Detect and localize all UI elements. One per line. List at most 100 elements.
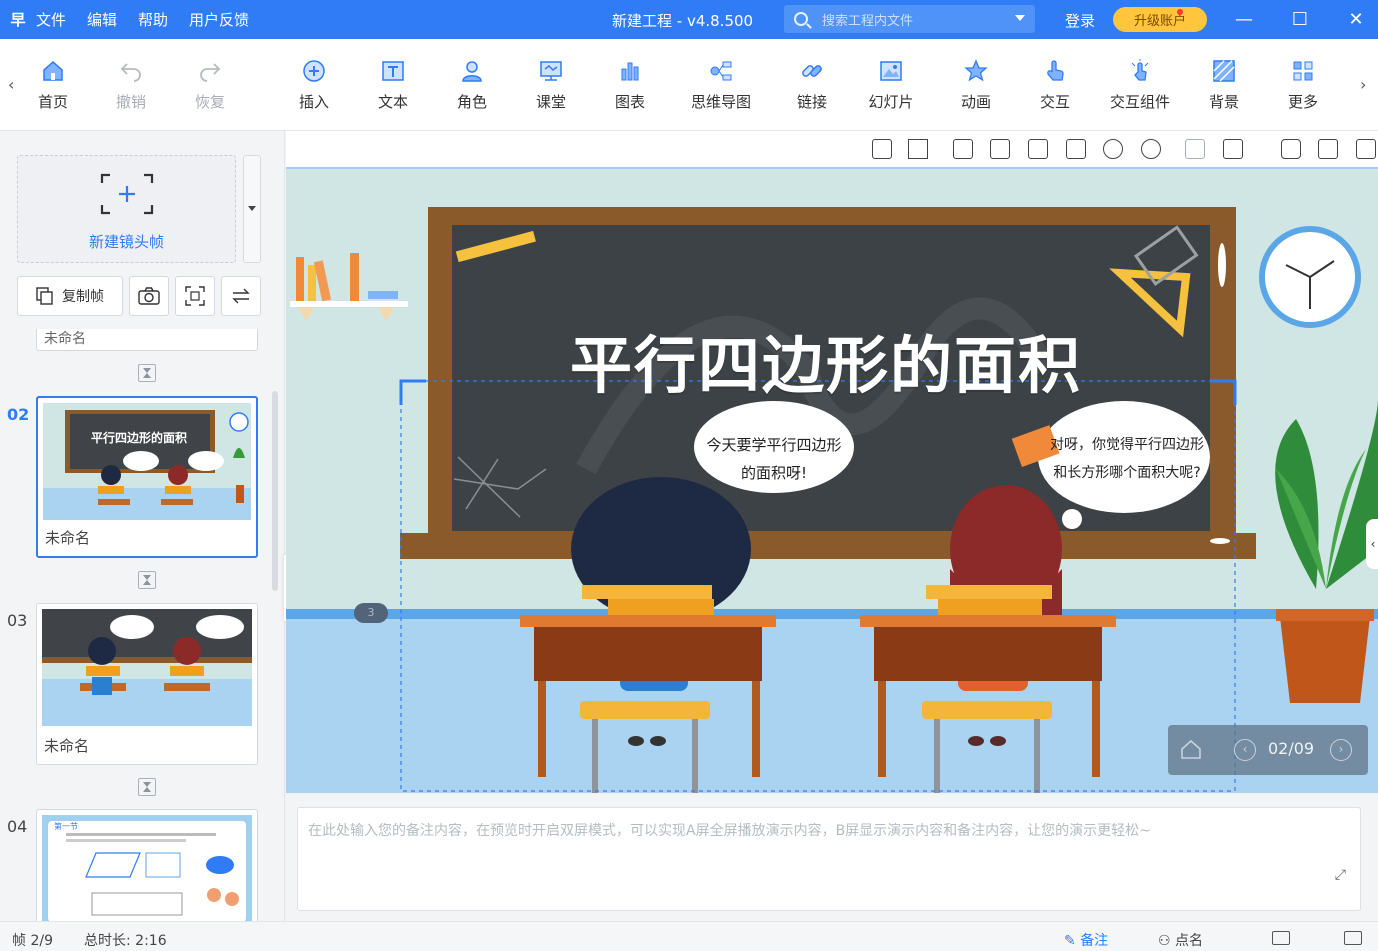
tool-slide[interactable]: 幻灯片	[856, 59, 926, 112]
screen-icon[interactable]	[1272, 931, 1290, 945]
app-logo: 早	[10, 11, 26, 29]
tool-label: 思维导图	[690, 93, 751, 111]
tool-animation[interactable]: 动画	[941, 59, 1011, 112]
home-view-icon[interactable]	[908, 139, 928, 159]
screenshot-icon[interactable]	[1281, 139, 1301, 159]
switch-icon	[232, 288, 250, 304]
search-input[interactable]: 搜索工程内文件	[784, 5, 1035, 33]
menu-help[interactable]: 帮助	[138, 9, 168, 30]
frame-thumb-01[interactable]: 未命名	[36, 329, 258, 351]
tool-interact-widget[interactable]: 交互组件	[1100, 59, 1180, 112]
transition-icon[interactable]	[138, 364, 156, 382]
settings-panel-icon[interactable]	[1318, 139, 1338, 159]
tool-redo[interactable]: 恢复	[175, 59, 245, 112]
add-frame-icon	[100, 173, 154, 215]
maximize-button[interactable]: ☐	[1272, 0, 1328, 39]
notes-input[interactable]: 在此处输入您的备注内容，在预览时开启双屏模式，可以实现A屏全屏播放演示内容，B屏…	[297, 807, 1361, 911]
tool-interaction[interactable]: 交互	[1020, 59, 1090, 112]
new-frame-label: 新建镜头帧	[88, 233, 164, 251]
ribbon-scroll-left[interactable]: ‹	[8, 75, 14, 94]
tool-mindmap[interactable]: 思维导图	[682, 59, 760, 112]
more-grid-icon	[1293, 61, 1313, 81]
tool-label: 插入	[298, 93, 329, 111]
login-button[interactable]: 登录	[1065, 10, 1095, 31]
new-frame-dropdown[interactable]	[243, 155, 261, 263]
star-icon	[964, 59, 988, 82]
copy-element-icon[interactable]	[1028, 139, 1048, 159]
frame-marker-badge[interactable]: 3	[354, 603, 388, 623]
tool-label: 更多	[1287, 93, 1318, 111]
status-bar: 帧 2/9 总时长: 2:16 ✎ 备注 ⚇ 点名	[0, 921, 1378, 951]
slide-title[interactable]: 平行四边形的面积	[536, 315, 1116, 405]
frame-thumb-03[interactable]: 未命名	[36, 603, 258, 765]
right-panel-toggle[interactable]: ‹	[1366, 519, 1378, 569]
frame-thumb-02[interactable]: 平行四边形的面积 未命名	[36, 396, 258, 558]
close-button[interactable]: ✕	[1328, 0, 1378, 39]
ribbon-scroll-right[interactable]: ›	[1360, 75, 1366, 94]
speech-bubble-boy[interactable]: 今天要学平行四边形 的面积呀!	[694, 431, 854, 487]
menu-file[interactable]: 文件	[36, 9, 66, 30]
tool-label: 文本	[377, 93, 408, 111]
upgrade-button[interactable]: 升级账户	[1113, 7, 1207, 32]
edit-icon[interactable]	[1356, 139, 1376, 159]
lock-icon[interactable]	[1223, 139, 1243, 159]
tool-text[interactable]: 文本	[358, 59, 428, 112]
page-indicator: 02/09	[1268, 739, 1315, 758]
frame-thumb-04[interactable]: 第一节	[36, 809, 258, 922]
tool-chart[interactable]: 图表	[595, 59, 665, 112]
paste-icon[interactable]	[1066, 139, 1086, 159]
menu-edit[interactable]: 编辑	[87, 9, 117, 30]
tool-insert[interactable]: 插入	[279, 59, 349, 112]
tool-undo[interactable]: 撤销	[96, 59, 166, 112]
interact-widget-icon	[1131, 59, 1149, 81]
tool-label: 课堂	[535, 93, 566, 111]
rotate-left-icon[interactable]	[953, 139, 973, 159]
zoom-out-icon[interactable]	[1141, 139, 1161, 159]
transition-icon[interactable]	[138, 778, 156, 796]
align-icon[interactable]	[1185, 139, 1205, 159]
thumb-section-label: 第一节	[54, 822, 78, 831]
background-icon	[1213, 60, 1235, 82]
classroom-icon	[540, 61, 562, 81]
rotate-right-icon[interactable]	[990, 139, 1010, 159]
redo-icon	[200, 63, 221, 82]
prev-frame-button[interactable]: ‹	[1234, 739, 1256, 761]
tool-background[interactable]: 背景	[1189, 59, 1259, 112]
new-frame-button[interactable]: 新建镜头帧	[17, 155, 236, 263]
copy-icon	[36, 287, 53, 305]
switch-button[interactable]	[221, 276, 261, 316]
frame-number: 04	[7, 817, 28, 836]
thumb-classroom-closeup-image	[42, 609, 252, 726]
frame-panel: 新建镜头帧 复制帧 未命名 02 平行四边形的面积 未命名 03 未命名 04 …	[0, 131, 285, 922]
plus-circle-icon	[303, 60, 325, 82]
tool-label: 角色	[456, 93, 487, 111]
tool-home[interactable]: 首页	[18, 59, 88, 112]
title-bar: 早 文件 编辑 帮助 用户反馈 新建工程 - v4.8.500 搜索工程内文件 …	[0, 0, 1378, 39]
home-icon[interactable]	[1180, 739, 1202, 759]
chevron-down-icon[interactable]	[1015, 15, 1025, 21]
menu-feedback[interactable]: 用户反馈	[189, 9, 249, 30]
expand-icon[interactable]: ⤢	[1335, 862, 1346, 889]
tool-character[interactable]: 角色	[437, 59, 507, 112]
tool-more[interactable]: 更多	[1268, 59, 1338, 112]
fit-frame-button[interactable]	[175, 276, 215, 316]
copy-frame-button[interactable]: 复制帧	[17, 276, 123, 316]
character-icon	[462, 61, 482, 82]
transition-icon[interactable]	[138, 571, 156, 589]
tool-classroom[interactable]: 课堂	[516, 59, 586, 112]
frame-panel-scrollbar[interactable]	[272, 391, 278, 591]
tool-link[interactable]: 链接	[777, 59, 847, 112]
speech-line: 对呀，你觉得平行四边形	[1050, 437, 1204, 453]
zoom-in-icon[interactable]	[1103, 139, 1123, 159]
unlock-icon[interactable]	[1344, 931, 1362, 945]
snapshot-button[interactable]	[129, 276, 169, 316]
ruler-icon[interactable]	[872, 139, 892, 159]
rollcall-button[interactable]: ⚇ 点名	[1158, 930, 1203, 950]
speech-bubble-girl[interactable]: 对呀，你觉得平行四边形 和长方形哪个面积大呢?	[1042, 431, 1212, 487]
next-frame-button[interactable]: ›	[1330, 739, 1352, 761]
minimize-button[interactable]: —	[1216, 0, 1272, 39]
menu-bar: 文件 编辑 帮助 用户反馈	[36, 9, 270, 30]
slide-canvas[interactable]: 平行四边形的面积 今天要学平行四边形 的面积呀! 对呀，你觉得平行四边形 和长方…	[286, 169, 1378, 793]
notes-toggle[interactable]: ✎ 备注	[1064, 930, 1108, 950]
tool-label: 背景	[1208, 93, 1239, 111]
